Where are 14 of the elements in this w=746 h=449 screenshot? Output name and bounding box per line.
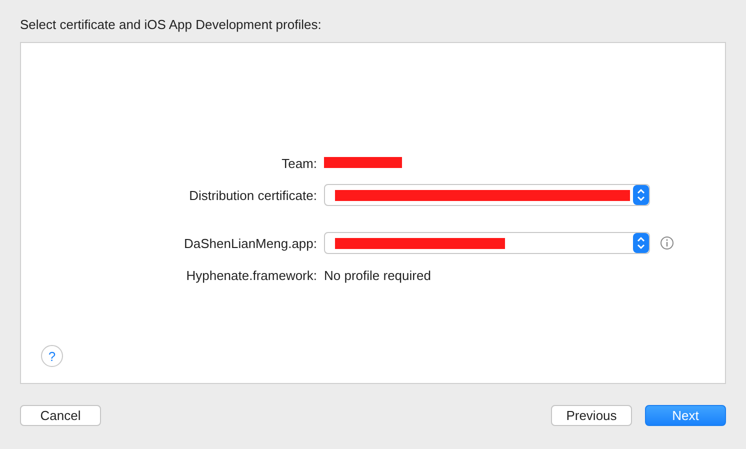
info-icon[interactable] bbox=[660, 236, 674, 250]
stepper-icon bbox=[633, 233, 649, 253]
field-label: Distribution certificate: bbox=[188, 188, 318, 202]
field-label: Team: bbox=[280, 156, 318, 170]
dialog-title: Select certificate and iOS App Development profiles: bbox=[20, 16, 322, 34]
dialog-button[interactable]: Cancel bbox=[20, 405, 101, 426]
field-label: Hyphenate.framework: bbox=[185, 268, 318, 282]
field-label: DaShenLianMeng.app: bbox=[183, 236, 318, 250]
stepper-icon bbox=[633, 185, 649, 205]
dialog-button[interactable]: Previous bbox=[551, 405, 632, 426]
field-value: No profile required bbox=[324, 268, 431, 282]
profile-popup[interactable] bbox=[324, 232, 650, 254]
profile-popup[interactable] bbox=[324, 184, 650, 206]
help-button[interactable]: ? bbox=[41, 345, 63, 367]
